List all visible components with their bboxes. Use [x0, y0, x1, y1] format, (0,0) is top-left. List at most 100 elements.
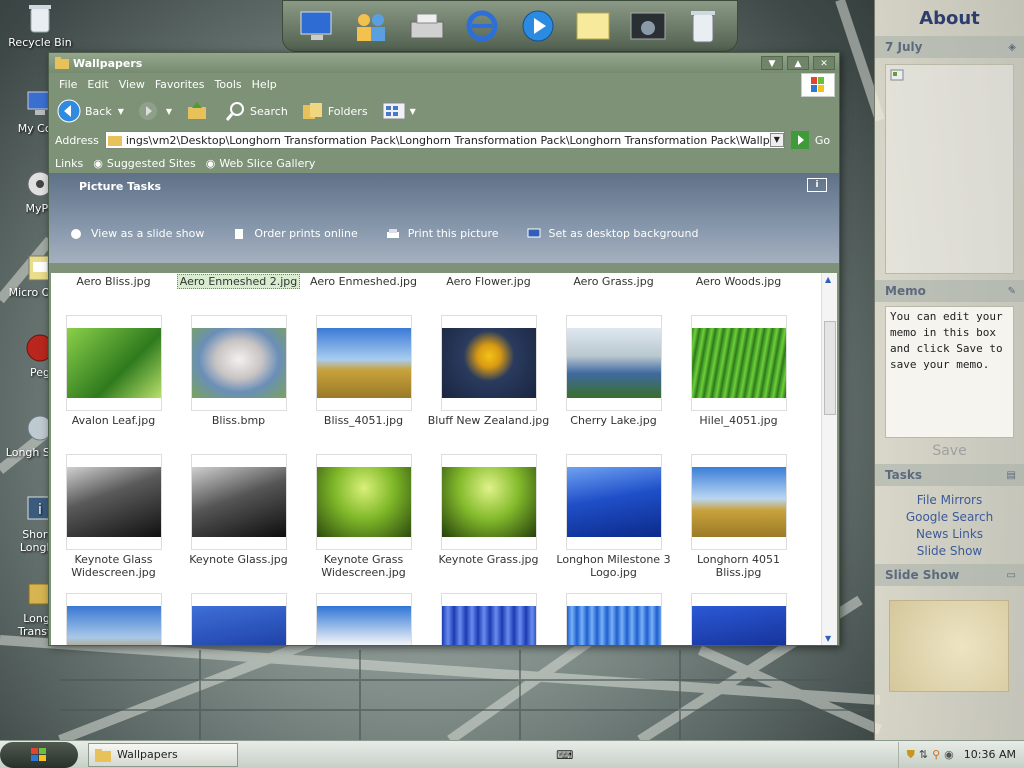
- dock-scanner[interactable]: [405, 5, 449, 47]
- file-item[interactable]: Aero Enmeshed 2.jpg: [176, 274, 301, 289]
- file-item[interactable]: Bliss_4051.jpg: [301, 315, 426, 427]
- dock-sticky-note[interactable]: [571, 5, 615, 47]
- file-item[interactable]: Bliss.bmp: [176, 315, 301, 427]
- file-item[interactable]: [176, 593, 301, 645]
- maximize-button[interactable]: ▲: [787, 56, 809, 70]
- task-order-prints[interactable]: Order prints online: [232, 227, 358, 240]
- file-item[interactable]: [301, 593, 426, 645]
- desktop-icon-recycle-bin[interactable]: Recycle Bin: [2, 2, 78, 49]
- file-item[interactable]: [676, 593, 801, 645]
- file-item[interactable]: Aero Bliss.jpg: [51, 275, 176, 288]
- windows-flag-icon: [811, 77, 824, 92]
- scroll-thumb[interactable]: [824, 321, 836, 415]
- search-button[interactable]: Search: [226, 101, 288, 121]
- address-input[interactable]: ings\vm2\Desktop\Longhorn Transformation…: [104, 131, 785, 149]
- task-view-slideshow[interactable]: View as a slide show: [69, 227, 204, 240]
- menu-edit[interactable]: Edit: [87, 78, 108, 91]
- clock[interactable]: 10:36 AM: [964, 748, 1016, 761]
- ie-page-icon: ◉: [205, 156, 216, 170]
- vertical-scrollbar[interactable]: ▲ ▼: [821, 273, 837, 645]
- title-bar[interactable]: Wallpapers ▼ ▲ ✕: [49, 53, 839, 73]
- thumbnail: [690, 315, 787, 411]
- taskbar-item-wallpapers[interactable]: Wallpapers: [88, 742, 238, 767]
- folder-icon: [55, 57, 69, 69]
- keyboard-icon[interactable]: ⌨: [556, 748, 573, 762]
- tasks-icon[interactable]: ▤: [1007, 470, 1016, 481]
- dock-media-player[interactable]: [516, 5, 560, 47]
- dock-internet-explorer[interactable]: [460, 5, 504, 47]
- info-icon[interactable]: i: [807, 178, 827, 192]
- system-tray: ⛊ ⇅ ⚲ ◉ 10:36 AM: [897, 741, 1024, 768]
- minimize-button[interactable]: ▼: [761, 56, 783, 70]
- file-item[interactable]: Keynote Glass Widescreen.jpg: [51, 454, 176, 579]
- go-arrow-icon: [790, 131, 809, 149]
- search-icon[interactable]: ⚲: [932, 748, 940, 761]
- file-item[interactable]: Aero Flower.jpg: [426, 275, 551, 288]
- file-item[interactable]: Hilel_4051.jpg: [676, 315, 801, 427]
- shield-icon[interactable]: ⛊: [907, 748, 915, 762]
- file-item[interactable]: Avalon Leaf.jpg: [51, 315, 176, 427]
- file-item[interactable]: Bluff New Zealand.jpg: [426, 315, 551, 427]
- menu-tools[interactable]: Tools: [215, 78, 242, 91]
- views-button[interactable]: ▼: [382, 101, 416, 121]
- memo-save-button[interactable]: Save: [875, 438, 1024, 464]
- back-button[interactable]: Back ▼: [57, 99, 124, 123]
- order-prints-icon: [235, 228, 244, 239]
- up-folder-button[interactable]: [186, 101, 212, 121]
- thumbnail: [565, 315, 662, 411]
- start-button[interactable]: [0, 741, 78, 768]
- task-google-search[interactable]: Google Search: [875, 509, 1024, 526]
- link-suggested-sites[interactable]: ◉ Suggested Sites: [93, 157, 195, 170]
- chevron-down-icon: ▼: [409, 106, 416, 116]
- file-item[interactable]: Aero Enmeshed.jpg: [301, 275, 426, 288]
- go-button[interactable]: Go: [790, 131, 830, 149]
- slideshow-image[interactable]: [889, 600, 1009, 692]
- calendar-icon: [890, 69, 904, 81]
- volume-icon[interactable]: ◉: [944, 748, 954, 761]
- dock-users[interactable]: [350, 5, 394, 47]
- recycle-bin-icon: [691, 11, 716, 43]
- scroll-up-icon[interactable]: ▲: [825, 275, 831, 284]
- menu-view[interactable]: View: [119, 78, 145, 91]
- file-item[interactable]: [551, 593, 676, 645]
- thumbnail: [565, 454, 662, 550]
- menu-help[interactable]: Help: [252, 78, 277, 91]
- dock-recycle-bin[interactable]: [681, 5, 725, 47]
- memo-textarea[interactable]: You can edit your memo in this box and c…: [885, 306, 1014, 438]
- slideshow-icon[interactable]: ▭: [1007, 570, 1016, 581]
- gadget-settings-icon[interactable]: ◈: [1008, 42, 1016, 53]
- media-player-icon: [522, 10, 554, 42]
- file-item[interactable]: Longhon Milestone 3 Logo.jpg: [551, 454, 676, 579]
- folders-button[interactable]: Folders: [302, 101, 368, 121]
- file-item[interactable]: Keynote Glass.jpg: [176, 454, 301, 579]
- task-print-picture[interactable]: Print this picture: [386, 227, 499, 240]
- file-item[interactable]: [51, 593, 176, 645]
- file-item[interactable]: Aero Grass.jpg: [551, 275, 676, 288]
- thumbnail: [440, 454, 537, 550]
- task-file-mirrors[interactable]: File Mirrors: [875, 492, 1024, 509]
- memo-header: Memo ✎: [875, 280, 1024, 302]
- task-slide-show[interactable]: Slide Show: [875, 543, 1024, 560]
- file-item[interactable]: Cherry Lake.jpg: [551, 315, 676, 427]
- dock-my-computer[interactable]: [295, 5, 339, 47]
- memo-icon[interactable]: ✎: [1008, 286, 1016, 297]
- menu-file[interactable]: File: [59, 78, 77, 91]
- close-button[interactable]: ✕: [813, 56, 835, 70]
- scroll-down-icon[interactable]: ▼: [825, 634, 831, 643]
- network-icon[interactable]: ⇅: [919, 748, 928, 761]
- thumbnail: [690, 593, 787, 645]
- menu-favorites[interactable]: Favorites: [155, 78, 205, 91]
- forward-button[interactable]: ▼: [138, 101, 172, 121]
- up-folder-icon: [188, 102, 207, 119]
- file-item[interactable]: Keynote Grass.jpg: [426, 454, 551, 579]
- address-dropdown[interactable]: ▼: [769, 133, 784, 147]
- file-item[interactable]: [426, 593, 551, 645]
- task-set-desktop-background[interactable]: Set as desktop background: [527, 227, 698, 240]
- file-item[interactable]: Longhorn 4051 Bliss.jpg: [676, 454, 801, 579]
- task-news-links[interactable]: News Links: [875, 526, 1024, 543]
- calendar-gadget: [885, 64, 1014, 274]
- dock-control-panel[interactable]: [626, 5, 670, 47]
- link-web-slice-gallery[interactable]: ◉ Web Slice Gallery: [206, 157, 316, 170]
- file-item[interactable]: Aero Woods.jpg: [676, 275, 801, 288]
- file-item[interactable]: Keynote Grass Widescreen.jpg: [301, 454, 426, 579]
